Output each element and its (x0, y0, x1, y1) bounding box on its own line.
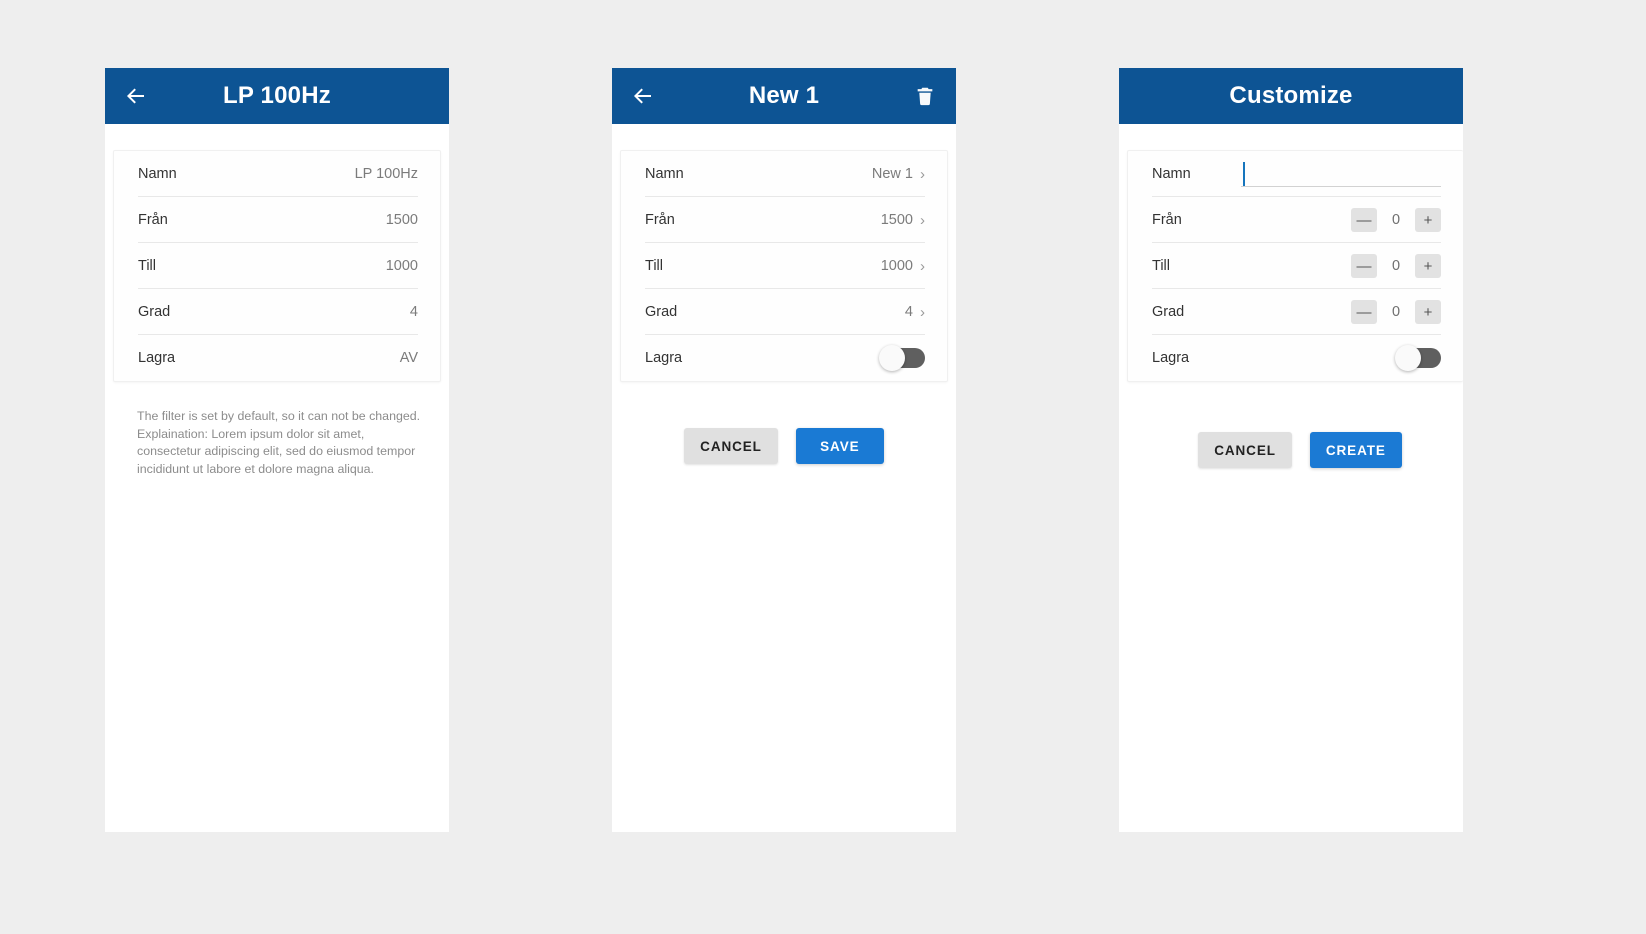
stepper-value: 0 (1391, 258, 1401, 274)
decrement-button[interactable]: — (1351, 208, 1377, 232)
stepper-value: 0 (1391, 304, 1401, 320)
explanation-line: Explaination: Lorem ipsum dolor sit amet… (137, 426, 365, 441)
row-label: Namn (645, 166, 684, 182)
decrement-button[interactable]: — (1351, 254, 1377, 278)
toggle-knob (879, 345, 905, 371)
row-value: 4 (904, 304, 913, 320)
chevron-right-icon: › (920, 257, 925, 275)
fran-stepper: — 0 + (1351, 208, 1441, 232)
row-label: Lagra (1152, 350, 1190, 366)
table-row-till: Till — 0 + (1128, 243, 1463, 289)
chevron-right-icon: › (920, 303, 925, 321)
arrow-left-icon (631, 84, 655, 108)
page-title: New 1 (748, 82, 820, 109)
explanation-line: incididunt ut labore et dolore magna ali… (137, 461, 374, 476)
table-row-grad: Grad 4 (114, 289, 440, 335)
screen-filter-detail-readonly: LP 100Hz Namn LP 100Hz Från 1500 Till 10… (105, 68, 449, 832)
toggle-knob (1395, 345, 1421, 371)
cancel-button[interactable]: CANCEL (1198, 432, 1292, 468)
namn-input[interactable] (1241, 159, 1441, 189)
table-row-lagra: Lagra AV (114, 335, 440, 381)
explanation-line: The filter is set by default, so it can … (137, 409, 421, 423)
row-label: Grad (1152, 304, 1185, 320)
row-label: Till (1152, 258, 1170, 274)
screenshot-canvas: LP 100Hz Namn LP 100Hz Från 1500 Till 10… (0, 0, 1646, 934)
row-value: 1500 (880, 212, 913, 228)
row-value: AV (399, 350, 418, 366)
row-label: Namn (1152, 166, 1191, 182)
table-row-namn: Namn LP 100Hz (114, 151, 440, 197)
create-card: Namn Från — 0 + Till — 0 + Grad — 0 + La… (1127, 150, 1463, 382)
row-value: 1000 (385, 258, 418, 274)
detail-card: Namn LP 100Hz Från 1500 Till 1000 Grad 4… (113, 150, 441, 382)
row-label: Lagra (138, 350, 176, 366)
row-label: Till (645, 258, 663, 274)
row-label: Lagra (645, 350, 683, 366)
till-stepper: — 0 + (1351, 254, 1441, 278)
back-button[interactable] (626, 79, 660, 113)
row-label: Grad (138, 304, 171, 320)
input-underline (1241, 186, 1441, 187)
create-button[interactable]: CREATE (1309, 432, 1402, 468)
table-row-namn[interactable]: Namn New 1 › (621, 151, 947, 197)
chevron-right-icon: › (920, 165, 925, 183)
lagra-toggle[interactable] (1395, 345, 1441, 371)
explanation-line: consectetur adipiscing elit, sed do eius… (137, 444, 416, 459)
table-row-lagra: Lagra (621, 335, 947, 381)
row-label: Från (645, 212, 675, 228)
trash-icon (914, 85, 936, 107)
row-value: 1000 (880, 258, 913, 274)
explanation-text: The filter is set by default, so it can … (137, 408, 421, 478)
row-value: 4 (409, 304, 418, 320)
namn-input-wrapper[interactable] (1241, 159, 1441, 189)
table-row-lagra: Lagra (1128, 335, 1463, 381)
row-label: Från (1152, 212, 1182, 228)
page-title: Customize (1229, 82, 1353, 109)
appbar-filter-create: Customize (1119, 68, 1463, 124)
save-button[interactable]: SAVE (795, 428, 884, 464)
table-row-grad: Grad — 0 + (1128, 289, 1463, 335)
row-label: Från (138, 212, 168, 228)
screen-filter-create: Customize Namn Från — 0 + Till — 0 + Gra… (1119, 68, 1463, 832)
chevron-right-icon: › (920, 211, 925, 229)
row-label: Grad (645, 304, 678, 320)
row-value: LP 100Hz (354, 166, 418, 182)
table-row-fran: Från 1500 (114, 197, 440, 243)
edit-card: Namn New 1 › Från 1500 › Till 1000 › Gra… (620, 150, 948, 382)
increment-button[interactable]: + (1415, 208, 1441, 232)
increment-button[interactable]: + (1415, 254, 1441, 278)
appbar-filter-detail: LP 100Hz (105, 68, 449, 124)
stepper-value: 0 (1391, 212, 1401, 228)
row-label: Namn (138, 166, 177, 182)
screen-filter-edit: New 1 Namn New 1 › Från 1500 › Till 1000… (612, 68, 956, 832)
row-label: Till (138, 258, 156, 274)
action-bar: CANCEL CREATE (1119, 432, 1463, 468)
action-bar: CANCEL SAVE (612, 428, 956, 464)
table-row-fran: Från — 0 + (1128, 197, 1463, 243)
table-row-grad[interactable]: Grad 4 › (621, 289, 947, 335)
decrement-button[interactable]: — (1351, 300, 1377, 324)
page-title: LP 100Hz (223, 82, 331, 109)
arrow-left-icon (124, 84, 148, 108)
table-row-fran[interactable]: Från 1500 › (621, 197, 947, 243)
lagra-toggle[interactable] (879, 345, 925, 371)
row-value: 1500 (385, 212, 418, 228)
table-row-till[interactable]: Till 1000 › (621, 243, 947, 289)
table-row-till: Till 1000 (114, 243, 440, 289)
table-row-namn: Namn (1128, 151, 1463, 197)
delete-button[interactable] (908, 79, 942, 113)
increment-button[interactable]: + (1415, 300, 1441, 324)
appbar-filter-edit: New 1 (612, 68, 956, 124)
cancel-button[interactable]: CANCEL (684, 428, 778, 464)
back-button[interactable] (119, 79, 153, 113)
grad-stepper: — 0 + (1351, 300, 1441, 324)
row-value: New 1 (871, 166, 913, 182)
